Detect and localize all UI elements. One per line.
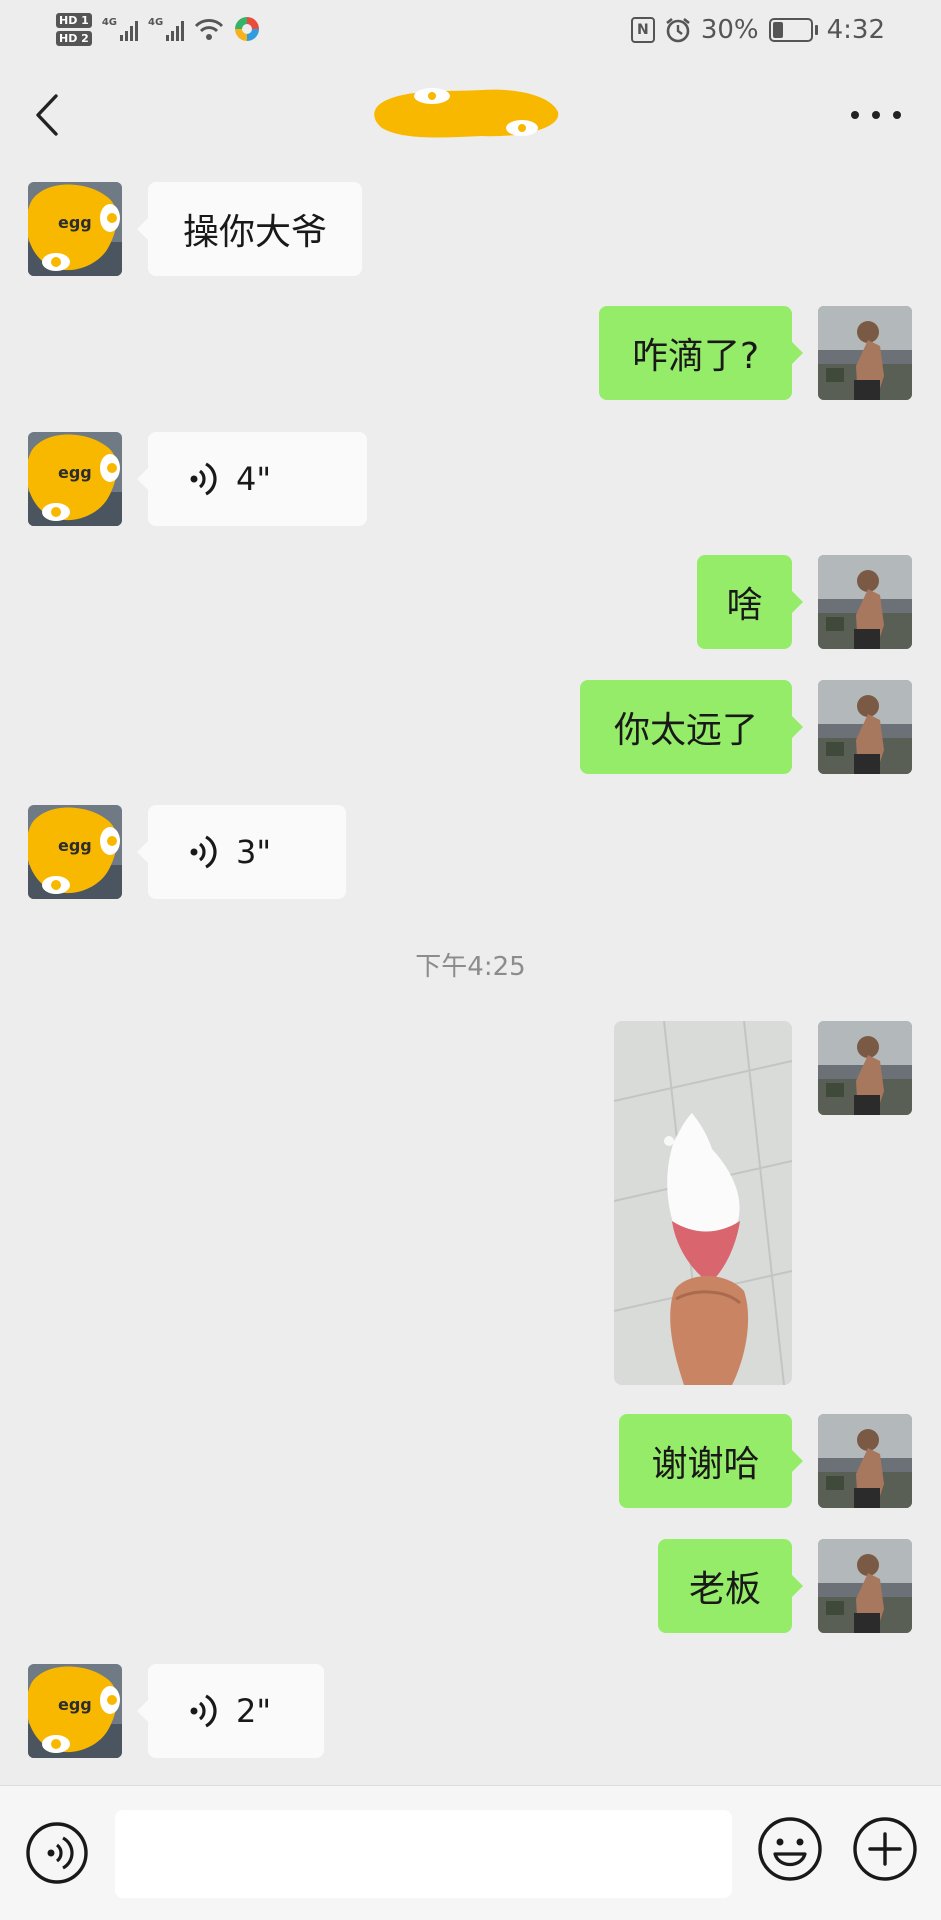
my-avatar[interactable] bbox=[818, 1539, 912, 1633]
title-bar bbox=[0, 60, 941, 170]
voice-wave-icon bbox=[188, 1694, 217, 1728]
message-text: 老板 bbox=[688, 1569, 761, 1610]
message-bubble-incoming[interactable]: 操你大爷 bbox=[137, 182, 362, 276]
network2-label: 4G bbox=[148, 17, 164, 28]
voice-message-bubble[interactable]: 2" bbox=[137, 1664, 324, 1758]
contact-avatar[interactable] bbox=[28, 432, 122, 526]
status-right: N 30% 4:32 bbox=[630, 10, 885, 50]
my-avatar[interactable] bbox=[818, 555, 912, 649]
plus-icon[interactable] bbox=[852, 1816, 918, 1882]
contact-avatar[interactable] bbox=[28, 1664, 122, 1758]
message-bubble-outgoing[interactable]: 谢谢哈 bbox=[619, 1414, 803, 1508]
voice-wave-icon bbox=[188, 835, 217, 869]
my-avatar[interactable] bbox=[818, 1414, 912, 1508]
message-text: 操你大爷 bbox=[182, 212, 327, 253]
voice-message-bubble[interactable]: 4" bbox=[137, 432, 367, 526]
message-text: 你太远了 bbox=[613, 710, 758, 751]
message-text: 啥 bbox=[726, 585, 763, 626]
voice-message-bubble[interactable]: 3" bbox=[137, 805, 346, 899]
ice-cream-photo[interactable] bbox=[614, 1021, 792, 1385]
voice-mode-icon[interactable] bbox=[25, 1821, 89, 1885]
voice-duration: 4" bbox=[236, 460, 272, 498]
voice-wave-icon bbox=[188, 462, 217, 496]
message-text: 谢谢哈 bbox=[651, 1444, 760, 1485]
contact-avatar[interactable] bbox=[28, 805, 122, 899]
message-bubble-outgoing[interactable]: 啥 bbox=[697, 555, 803, 649]
battery-percent: 30% bbox=[700, 15, 759, 45]
message-bubble-outgoing[interactable]: 你太远了 bbox=[580, 680, 803, 774]
contact-avatar[interactable] bbox=[28, 182, 122, 276]
wifi-icon bbox=[195, 19, 224, 40]
battery-fill bbox=[772, 22, 783, 38]
my-avatar[interactable] bbox=[818, 680, 912, 774]
voice-duration: 3" bbox=[236, 833, 272, 871]
status-bar: HD 1 HD 2 4G 4G N 30% 4:32 bbox=[0, 0, 941, 60]
emoji-icon[interactable] bbox=[757, 1816, 823, 1882]
message-input[interactable] bbox=[115, 1810, 732, 1898]
signal-icon: 4G bbox=[102, 17, 138, 41]
sim1-label: HD 1 bbox=[56, 12, 92, 28]
message-text: 咋滴了? bbox=[631, 336, 760, 377]
nfc-icon: N bbox=[630, 17, 655, 43]
contact-name-redacted bbox=[374, 88, 559, 138]
my-avatar[interactable] bbox=[818, 306, 912, 400]
sim-indicators: HD 1 HD 2 bbox=[56, 12, 92, 46]
network1-label: 4G bbox=[101, 17, 117, 28]
message-timestamp: 下午4:25 bbox=[415, 952, 526, 982]
input-bar bbox=[0, 1785, 941, 1920]
alarm-icon bbox=[666, 17, 690, 43]
signal-icon: 4G bbox=[148, 17, 185, 41]
clock: 4:32 bbox=[826, 15, 885, 45]
sim2-label: HD 2 bbox=[56, 30, 92, 46]
message-bubble-outgoing[interactable]: 老板 bbox=[658, 1539, 803, 1633]
app-notification-icon bbox=[235, 17, 260, 41]
status-left: HD 1 HD 2 4G 4G bbox=[56, 6, 260, 52]
chat-area[interactable]: 操你大爷 咋滴了? 4" 啥 你太远了 3" 下午4:25 谢谢哈 老板 2" bbox=[0, 170, 941, 1790]
more-dots-icon[interactable] bbox=[851, 100, 901, 130]
my-avatar[interactable] bbox=[818, 1021, 912, 1115]
voice-duration: 2" bbox=[236, 1692, 272, 1730]
message-bubble-outgoing[interactable]: 咋滴了? bbox=[599, 306, 803, 400]
chevron-left-icon[interactable] bbox=[24, 90, 74, 140]
battery-icon bbox=[768, 18, 818, 42]
